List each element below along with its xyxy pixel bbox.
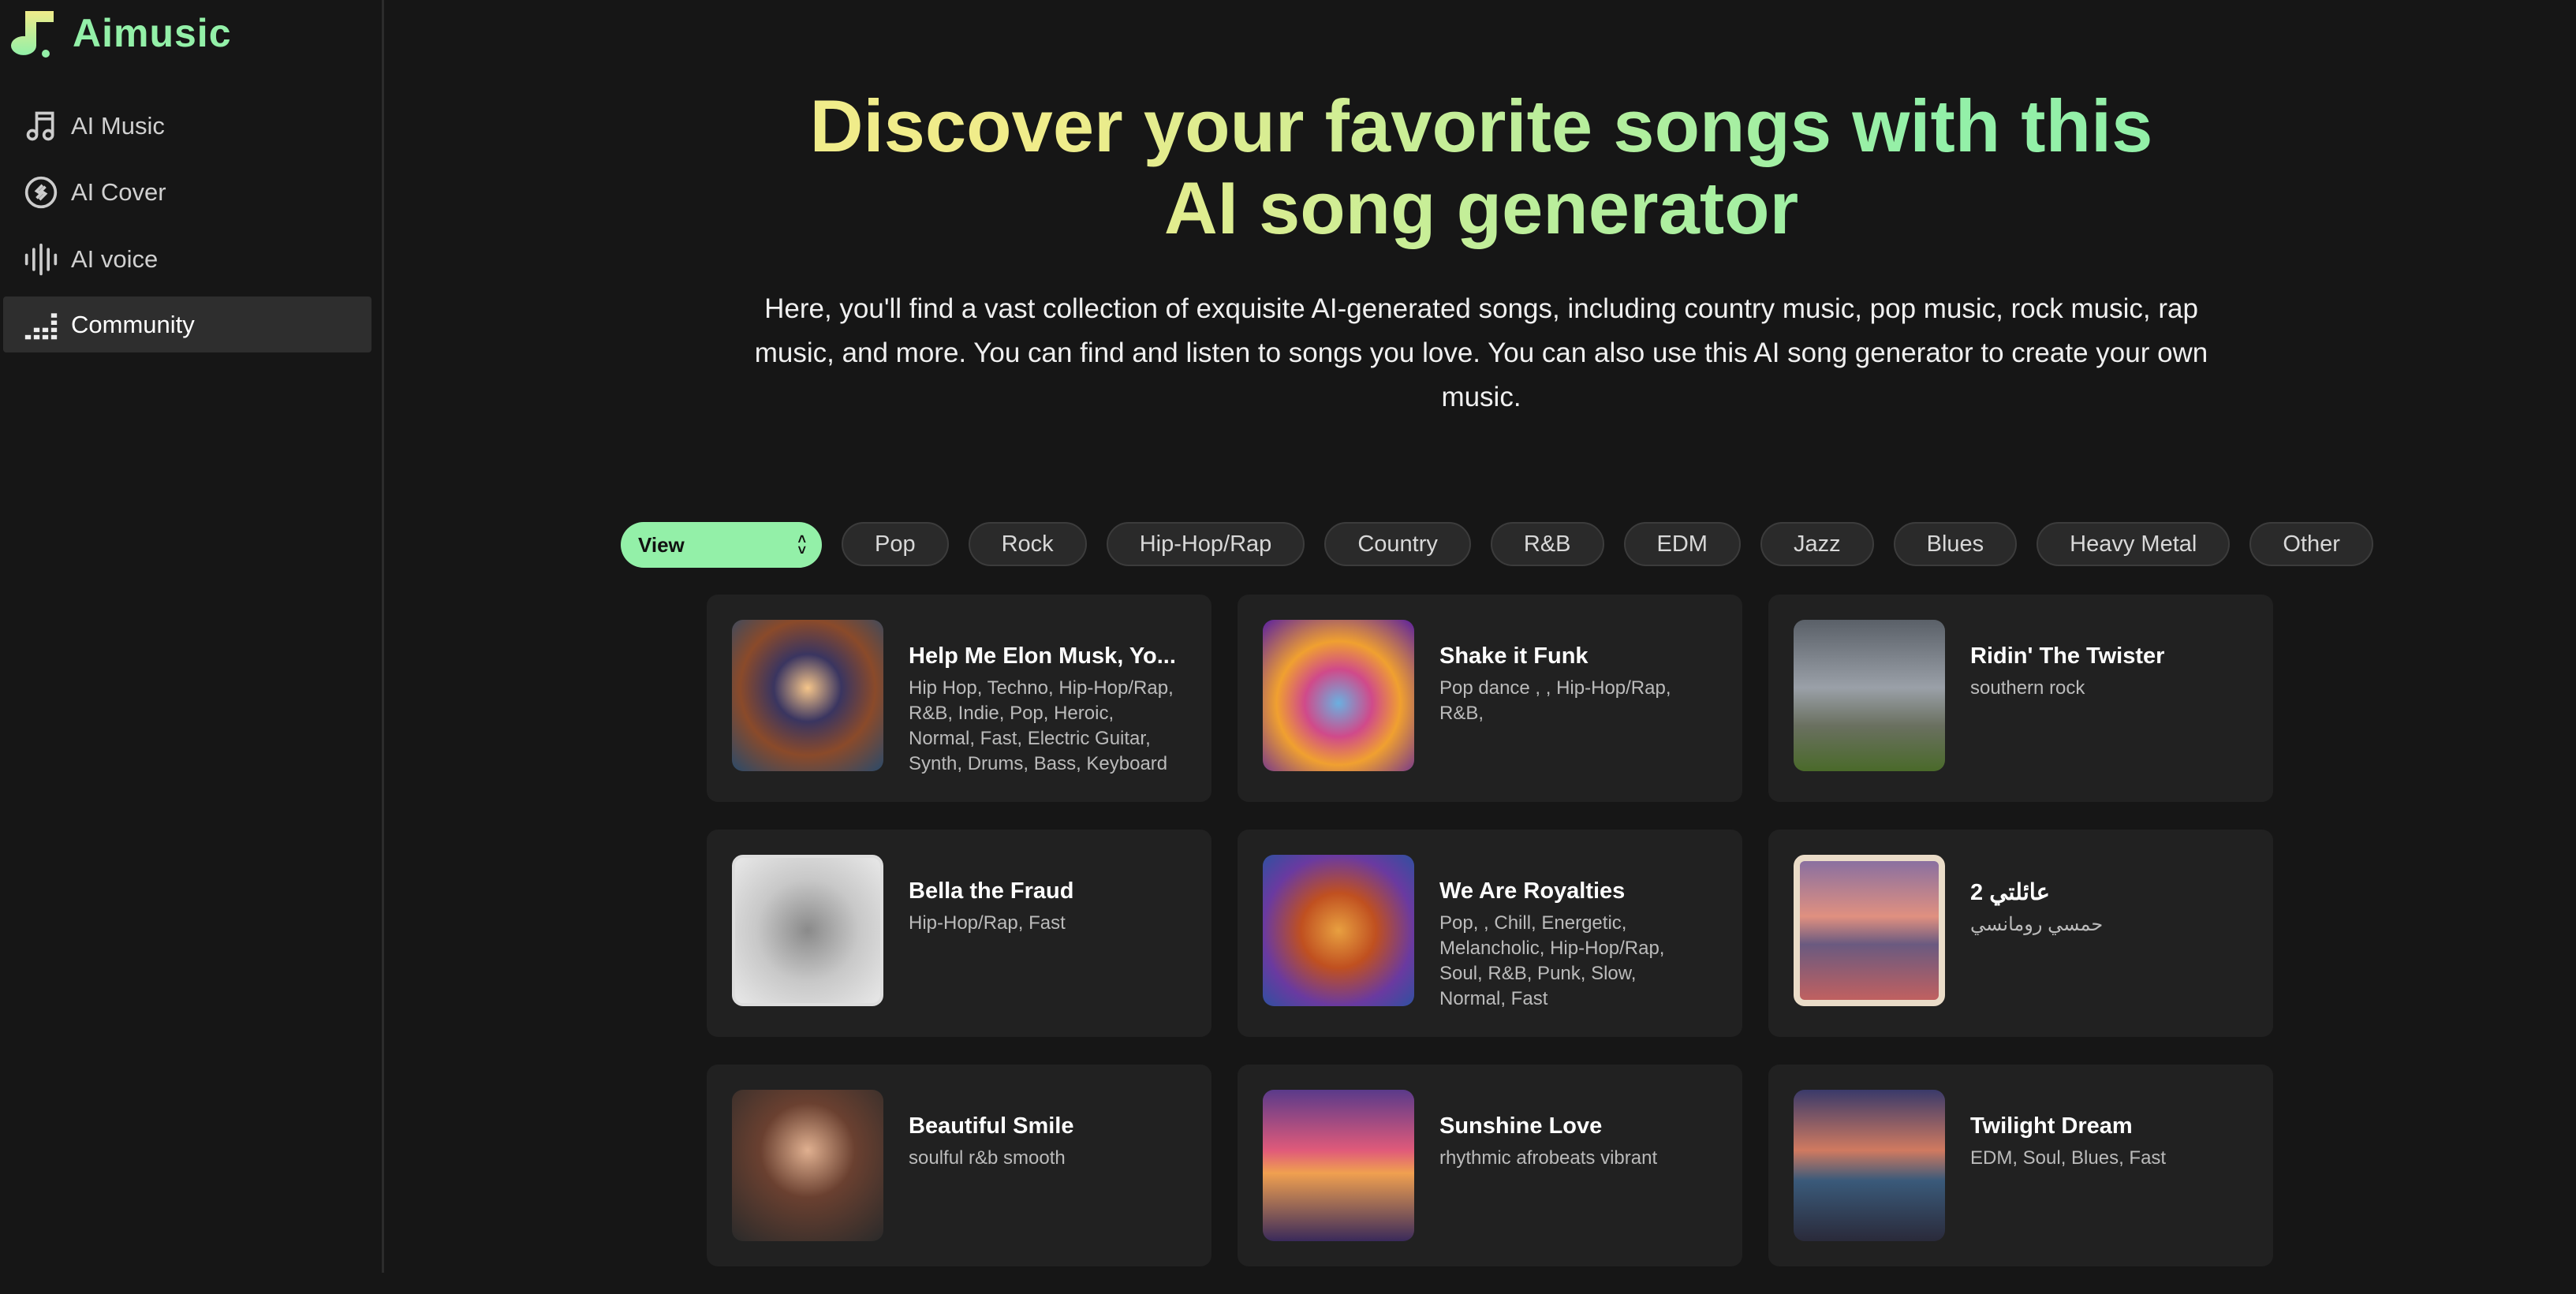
song-cover-image[interactable] <box>732 855 883 1006</box>
song-card[interactable]: We Are Royalties Pop, , Chill, Energetic,… <box>1238 830 1742 1037</box>
song-title[interactable]: Help Me Elon Musk, Yo... <box>909 643 1177 669</box>
song-card[interactable]: Bella the Fraud Hip-Hop/Rap, Fast <box>707 830 1211 1037</box>
song-cover-image[interactable] <box>1263 620 1414 771</box>
song-tags: soulful r&b smooth <box>909 1147 1066 1169</box>
chevron-up-down-icon: ˄ ˅ <box>797 531 806 558</box>
filter-jazz[interactable]: Jazz <box>1760 522 1874 566</box>
song-title[interactable]: We Are Royalties <box>1439 878 1708 904</box>
logo[interactable]: Aimusic <box>6 8 232 58</box>
sidebar-item-label: AI Cover <box>71 177 166 206</box>
song-card[interactable]: Twilight Dream EDM, Soul, Blues, Fast <box>1768 1065 2273 1266</box>
filter-edm[interactable]: EDM <box>1623 522 1741 566</box>
song-cover-image[interactable] <box>732 1090 883 1241</box>
cover-icon <box>24 176 58 208</box>
filter-heavy-metal[interactable]: Heavy Metal <box>2037 522 2231 566</box>
song-tags: Pop dance , , Hip-Hop/Rap, R&B, <box>1439 677 1671 724</box>
sidebar-item-label: AI voice <box>71 244 159 273</box>
song-cover-image[interactable] <box>1794 1090 1945 1241</box>
song-tags: southern rock <box>1970 677 2085 699</box>
genre-filters: View ˄ ˅ Pop Rock Hip-Hop/Rap Country R&B… <box>621 522 2373 568</box>
filter-blues[interactable]: Blues <box>1893 522 2018 566</box>
sidebar-item-label: Community <box>71 310 195 338</box>
song-cover-image[interactable] <box>1263 1090 1414 1241</box>
song-title[interactable]: Shake it Funk <box>1439 643 1708 669</box>
waveform-icon <box>24 243 58 275</box>
song-cover-image[interactable] <box>1263 855 1414 1006</box>
logo-note-icon <box>11 11 54 58</box>
filter-country[interactable]: Country <box>1324 522 1471 566</box>
page-title: Discover your favorite songs with this A… <box>386 85 2576 249</box>
sidebar-item-ai-voice[interactable]: AI voice <box>3 231 371 287</box>
filter-pop[interactable]: Pop <box>842 522 949 566</box>
song-card[interactable]: Sunshine Love rhythmic afrobeats vibrant <box>1238 1065 1742 1266</box>
song-cover-image[interactable] <box>1794 620 1945 771</box>
song-grid: Help Me Elon Musk, Yo... Hip Hop, Techno,… <box>707 595 2273 1294</box>
song-card[interactable]: Beautiful Smile soulful r&b smooth <box>707 1065 1211 1266</box>
main-content: Discover your favorite songs with this A… <box>386 0 2576 1273</box>
brand-name: Aimusic <box>73 11 232 55</box>
song-tags: rhythmic afrobeats vibrant <box>1439 1147 1658 1169</box>
song-title[interactable]: Sunshine Love <box>1439 1113 1657 1139</box>
sidebar-item-ai-cover[interactable]: AI Cover <box>3 164 371 220</box>
song-title[interactable]: Twilight Dream <box>1970 1113 2166 1139</box>
equalizer-icon <box>24 312 58 339</box>
sidebar-item-community[interactable]: Community <box>3 296 371 352</box>
sidebar-item-label: AI Music <box>71 111 165 140</box>
song-title[interactable]: Bella the Fraud <box>909 878 1074 904</box>
song-card[interactable]: Ridin' The Twister southern rock <box>1768 595 2273 802</box>
song-tags: Pop, , Chill, Energetic, Melancholic, Hi… <box>1439 912 1665 1009</box>
song-card[interactable]: عائلتي 2 حمسي رومانسي <box>1768 830 2273 1037</box>
song-tags: EDM, Soul, Blues, Fast <box>1970 1147 2167 1169</box>
filter-rock[interactable]: Rock <box>968 522 1087 566</box>
song-cover-image[interactable] <box>732 620 883 771</box>
view-select[interactable]: View ˄ ˅ <box>621 522 822 568</box>
filter-rnb[interactable]: R&B <box>1490 522 1604 566</box>
song-title[interactable]: عائلتي 2 <box>1970 878 2103 906</box>
song-card[interactable]: Shake it Funk Pop dance , , Hip-Hop/Rap, … <box>1238 595 1742 802</box>
page-description: Here, you'll find a vast collection of e… <box>754 293 2208 412</box>
song-title[interactable]: Ridin' The Twister <box>1970 643 2164 669</box>
song-cover-image[interactable] <box>1794 855 1945 1006</box>
view-select-value: View <box>638 532 685 557</box>
song-tags: حمسي رومانسي <box>1970 914 2104 935</box>
song-tags: Hip Hop, Techno, Hip-Hop/Rap, R&B, Indie… <box>909 677 1174 774</box>
sidebar: Aimusic AI Music AI Cover AI voice Commu… <box>0 0 384 1273</box>
filter-other[interactable]: Other <box>2249 522 2373 566</box>
song-tags: Hip-Hop/Rap, Fast <box>909 912 1066 934</box>
song-title[interactable]: Beautiful Smile <box>909 1113 1074 1139</box>
sidebar-item-ai-music[interactable]: AI Music <box>3 98 371 154</box>
music-notes-icon <box>26 111 54 140</box>
song-card[interactable]: Help Me Elon Musk, Yo... Hip Hop, Techno,… <box>707 595 1211 802</box>
filter-hip-hop-rap[interactable]: Hip-Hop/Rap <box>1106 522 1305 566</box>
